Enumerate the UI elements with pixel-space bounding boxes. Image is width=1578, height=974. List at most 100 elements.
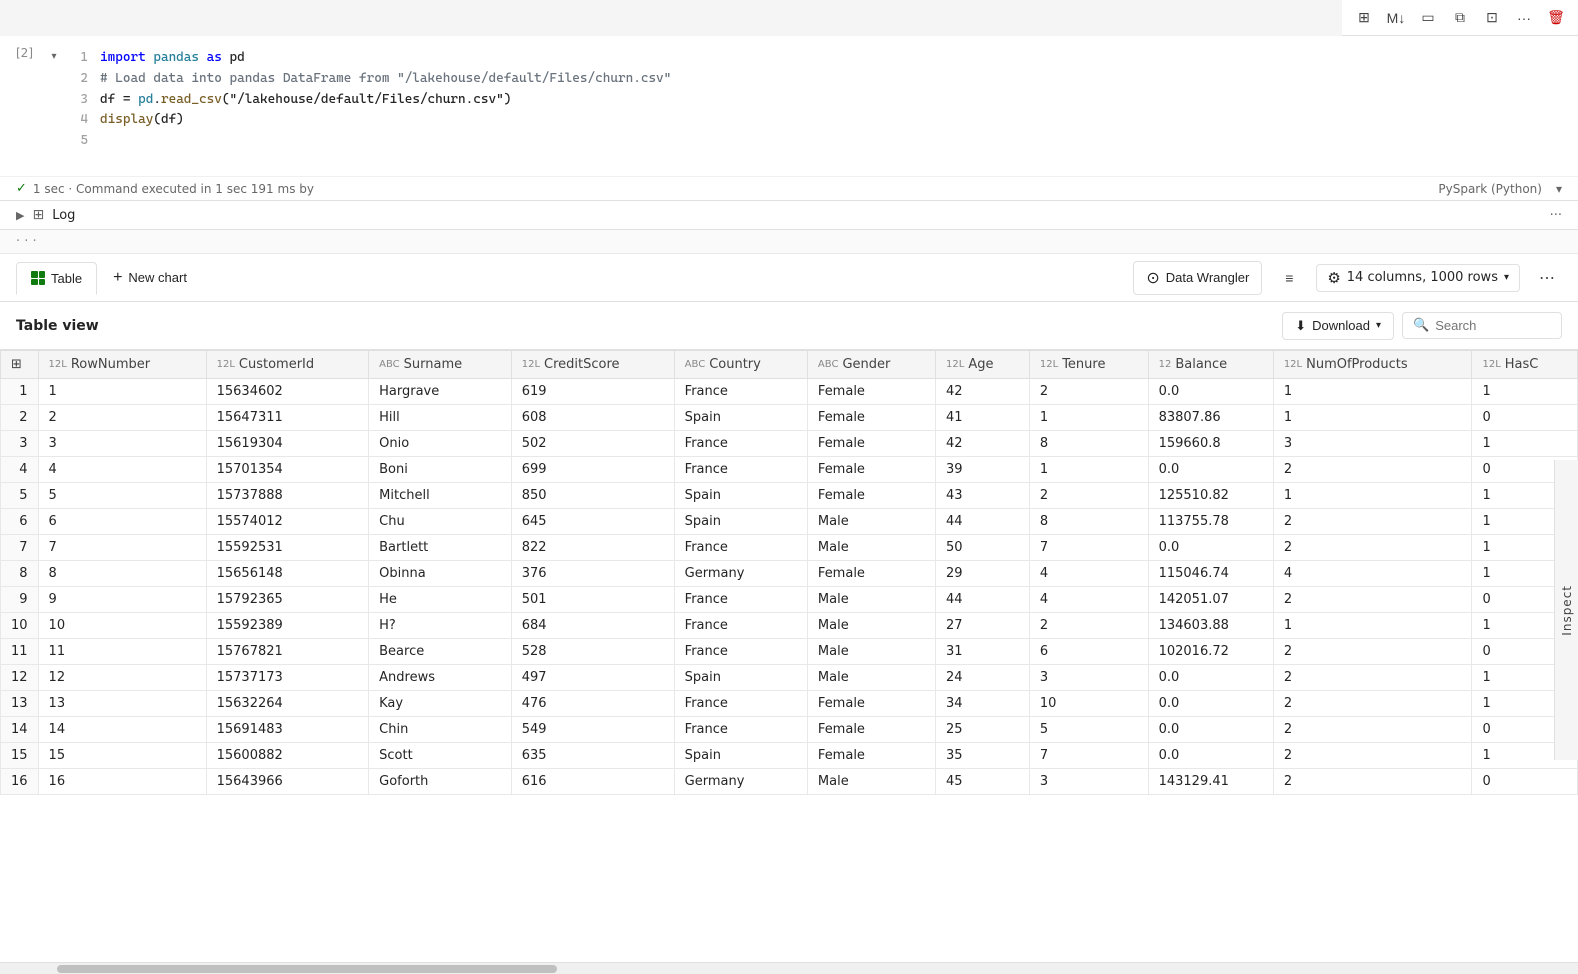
table-cell: 83807.86: [1148, 405, 1273, 431]
table-cell: 608: [511, 405, 674, 431]
row-index: 3: [1, 431, 39, 457]
line-number: 4: [72, 110, 88, 131]
table-cell: 528: [511, 639, 674, 665]
table-cell: Female: [807, 717, 935, 743]
table-cell: 4: [1029, 587, 1148, 613]
more-icon-button[interactable]: ···: [1510, 4, 1538, 32]
col-header-hasc[interactable]: 12L HasC: [1472, 351, 1578, 379]
runtime-chevron-icon[interactable]: ▾: [1556, 182, 1562, 196]
table-row: 121215737173Andrews497SpainMale2430.021: [1, 665, 1578, 691]
table-cell: 159660.8: [1148, 431, 1273, 457]
table-row: 111115767821Bearce528FranceMale316102016…: [1, 639, 1578, 665]
table-cell: 15600882: [206, 743, 369, 769]
code-text: import pandas as pd: [100, 48, 245, 69]
cell-content: 1 import pandas as pd 2 # Load data into…: [72, 44, 1562, 156]
table-cell: France: [674, 717, 807, 743]
col-header-balance[interactable]: 12 Balance: [1148, 351, 1273, 379]
search-box[interactable]: 🔍: [1402, 312, 1562, 339]
log-row: ▶ ⊞ Log ···: [0, 201, 1578, 230]
table-cell: Scott: [369, 743, 512, 769]
col-header-customerid[interactable]: 12L CustomerId: [206, 351, 369, 379]
log-more-button[interactable]: ···: [1550, 208, 1562, 223]
table-cell: 4: [38, 457, 206, 483]
table-cell: Germany: [674, 769, 807, 795]
table-cell: H?: [369, 613, 512, 639]
col-header-tenure[interactable]: 12L Tenure: [1029, 351, 1148, 379]
markdown-icon-button[interactable]: M↓: [1382, 4, 1410, 32]
table-view-label: Table view: [16, 318, 99, 334]
row-index: 12: [1, 665, 39, 691]
row-index: 9: [1, 587, 39, 613]
status-check-icon: ✓: [16, 181, 27, 196]
table-row: 1115634602Hargrave619FranceFemale4220.01…: [1, 379, 1578, 405]
horizontal-scrollbar-thumb[interactable]: [57, 965, 557, 973]
new-chart-label: New chart: [128, 270, 187, 285]
table-cell: 2: [1273, 691, 1472, 717]
col-header-country[interactable]: ABC Country: [674, 351, 807, 379]
table-tab[interactable]: Table: [16, 262, 97, 295]
table-cell: Spain: [674, 743, 807, 769]
search-input[interactable]: [1435, 318, 1551, 333]
trash-icon-button[interactable]: 🗑: [1542, 4, 1570, 32]
new-chart-button[interactable]: + New chart: [101, 261, 199, 295]
more-options-button[interactable]: ⋯: [1532, 263, 1562, 293]
columns-info[interactable]: ⚙ 14 columns, 1000 rows ▾: [1316, 264, 1520, 292]
col-header-surname[interactable]: ABC Surname: [369, 351, 512, 379]
table-cell: Male: [807, 665, 935, 691]
data-table-wrapper[interactable]: ⊞ 12L RowNumber 12L CustomerId: [0, 350, 1578, 962]
status-text: 1 sec · Command executed in 1 sec 191 ms…: [33, 182, 314, 196]
download-button[interactable]: ⬇ Download ▾: [1282, 312, 1394, 340]
table-cell: 42: [936, 431, 1030, 457]
row-index: 10: [1, 613, 39, 639]
inspect-panel[interactable]: Inspect: [1554, 460, 1578, 760]
split-icon-button[interactable]: ⊡: [1478, 4, 1506, 32]
table-cell: Boni: [369, 457, 512, 483]
table-cell: Female: [807, 457, 935, 483]
collapse-button[interactable]: ▾: [44, 46, 64, 66]
row-index: 11: [1, 639, 39, 665]
data-wrangler-button[interactable]: ⊙ Data Wrangler: [1133, 261, 1262, 295]
table-cell: 1: [1273, 379, 1472, 405]
table-cell: 15: [38, 743, 206, 769]
table-cell: 7: [38, 535, 206, 561]
log-expand-icon[interactable]: ▶: [16, 209, 24, 222]
table-cell: Female: [807, 405, 935, 431]
table-cell: 2: [1273, 769, 1472, 795]
table-row: 4415701354Boni699FranceFemale3910.020: [1, 457, 1578, 483]
copy-icon-button[interactable]: ⧉: [1446, 4, 1474, 32]
new-chart-plus-icon: +: [113, 269, 122, 287]
table-cell: France: [674, 587, 807, 613]
table-cell: Hill: [369, 405, 512, 431]
table-cell: 15767821: [206, 639, 369, 665]
row-index: 8: [1, 561, 39, 587]
table-row: 7715592531Bartlett822FranceMale5070.021: [1, 535, 1578, 561]
table-cell: Mitchell: [369, 483, 512, 509]
filter-button[interactable]: ≡: [1274, 263, 1304, 293]
col-header-age[interactable]: 12L Age: [936, 351, 1030, 379]
table-cell: 0.0: [1148, 379, 1273, 405]
table-row: 131315632264Kay476FranceFemale34100.021: [1, 691, 1578, 717]
table-cell: 31: [936, 639, 1030, 665]
table-cell: 5: [38, 483, 206, 509]
panel-icon-button[interactable]: ⊞: [1350, 4, 1378, 32]
col-header-rownumber[interactable]: 12L RowNumber: [38, 351, 206, 379]
table-cell: 501: [511, 587, 674, 613]
col-header-creditscore[interactable]: 12L CreditScore: [511, 351, 674, 379]
table-cell: 0.0: [1148, 717, 1273, 743]
table-cell: 5: [1029, 717, 1148, 743]
col-header-numofproducts[interactable]: 12L NumOfProducts: [1273, 351, 1472, 379]
table-cell: 1: [1029, 405, 1148, 431]
code-line-4: 4 display(df): [72, 110, 1562, 131]
table-cell: 699: [511, 457, 674, 483]
horizontal-scrollbar[interactable]: [0, 962, 1578, 974]
table-cell: 6: [1029, 639, 1148, 665]
table-cell: 1: [38, 379, 206, 405]
monitor-icon-button[interactable]: ▭: [1414, 4, 1442, 32]
table-cell: Male: [807, 639, 935, 665]
table-cell: France: [674, 379, 807, 405]
table-cell: 4: [1029, 561, 1148, 587]
table-cell: 15592531: [206, 535, 369, 561]
table-cell: 142051.07: [1148, 587, 1273, 613]
col-header-gender[interactable]: ABC Gender: [807, 351, 935, 379]
table-cell: He: [369, 587, 512, 613]
